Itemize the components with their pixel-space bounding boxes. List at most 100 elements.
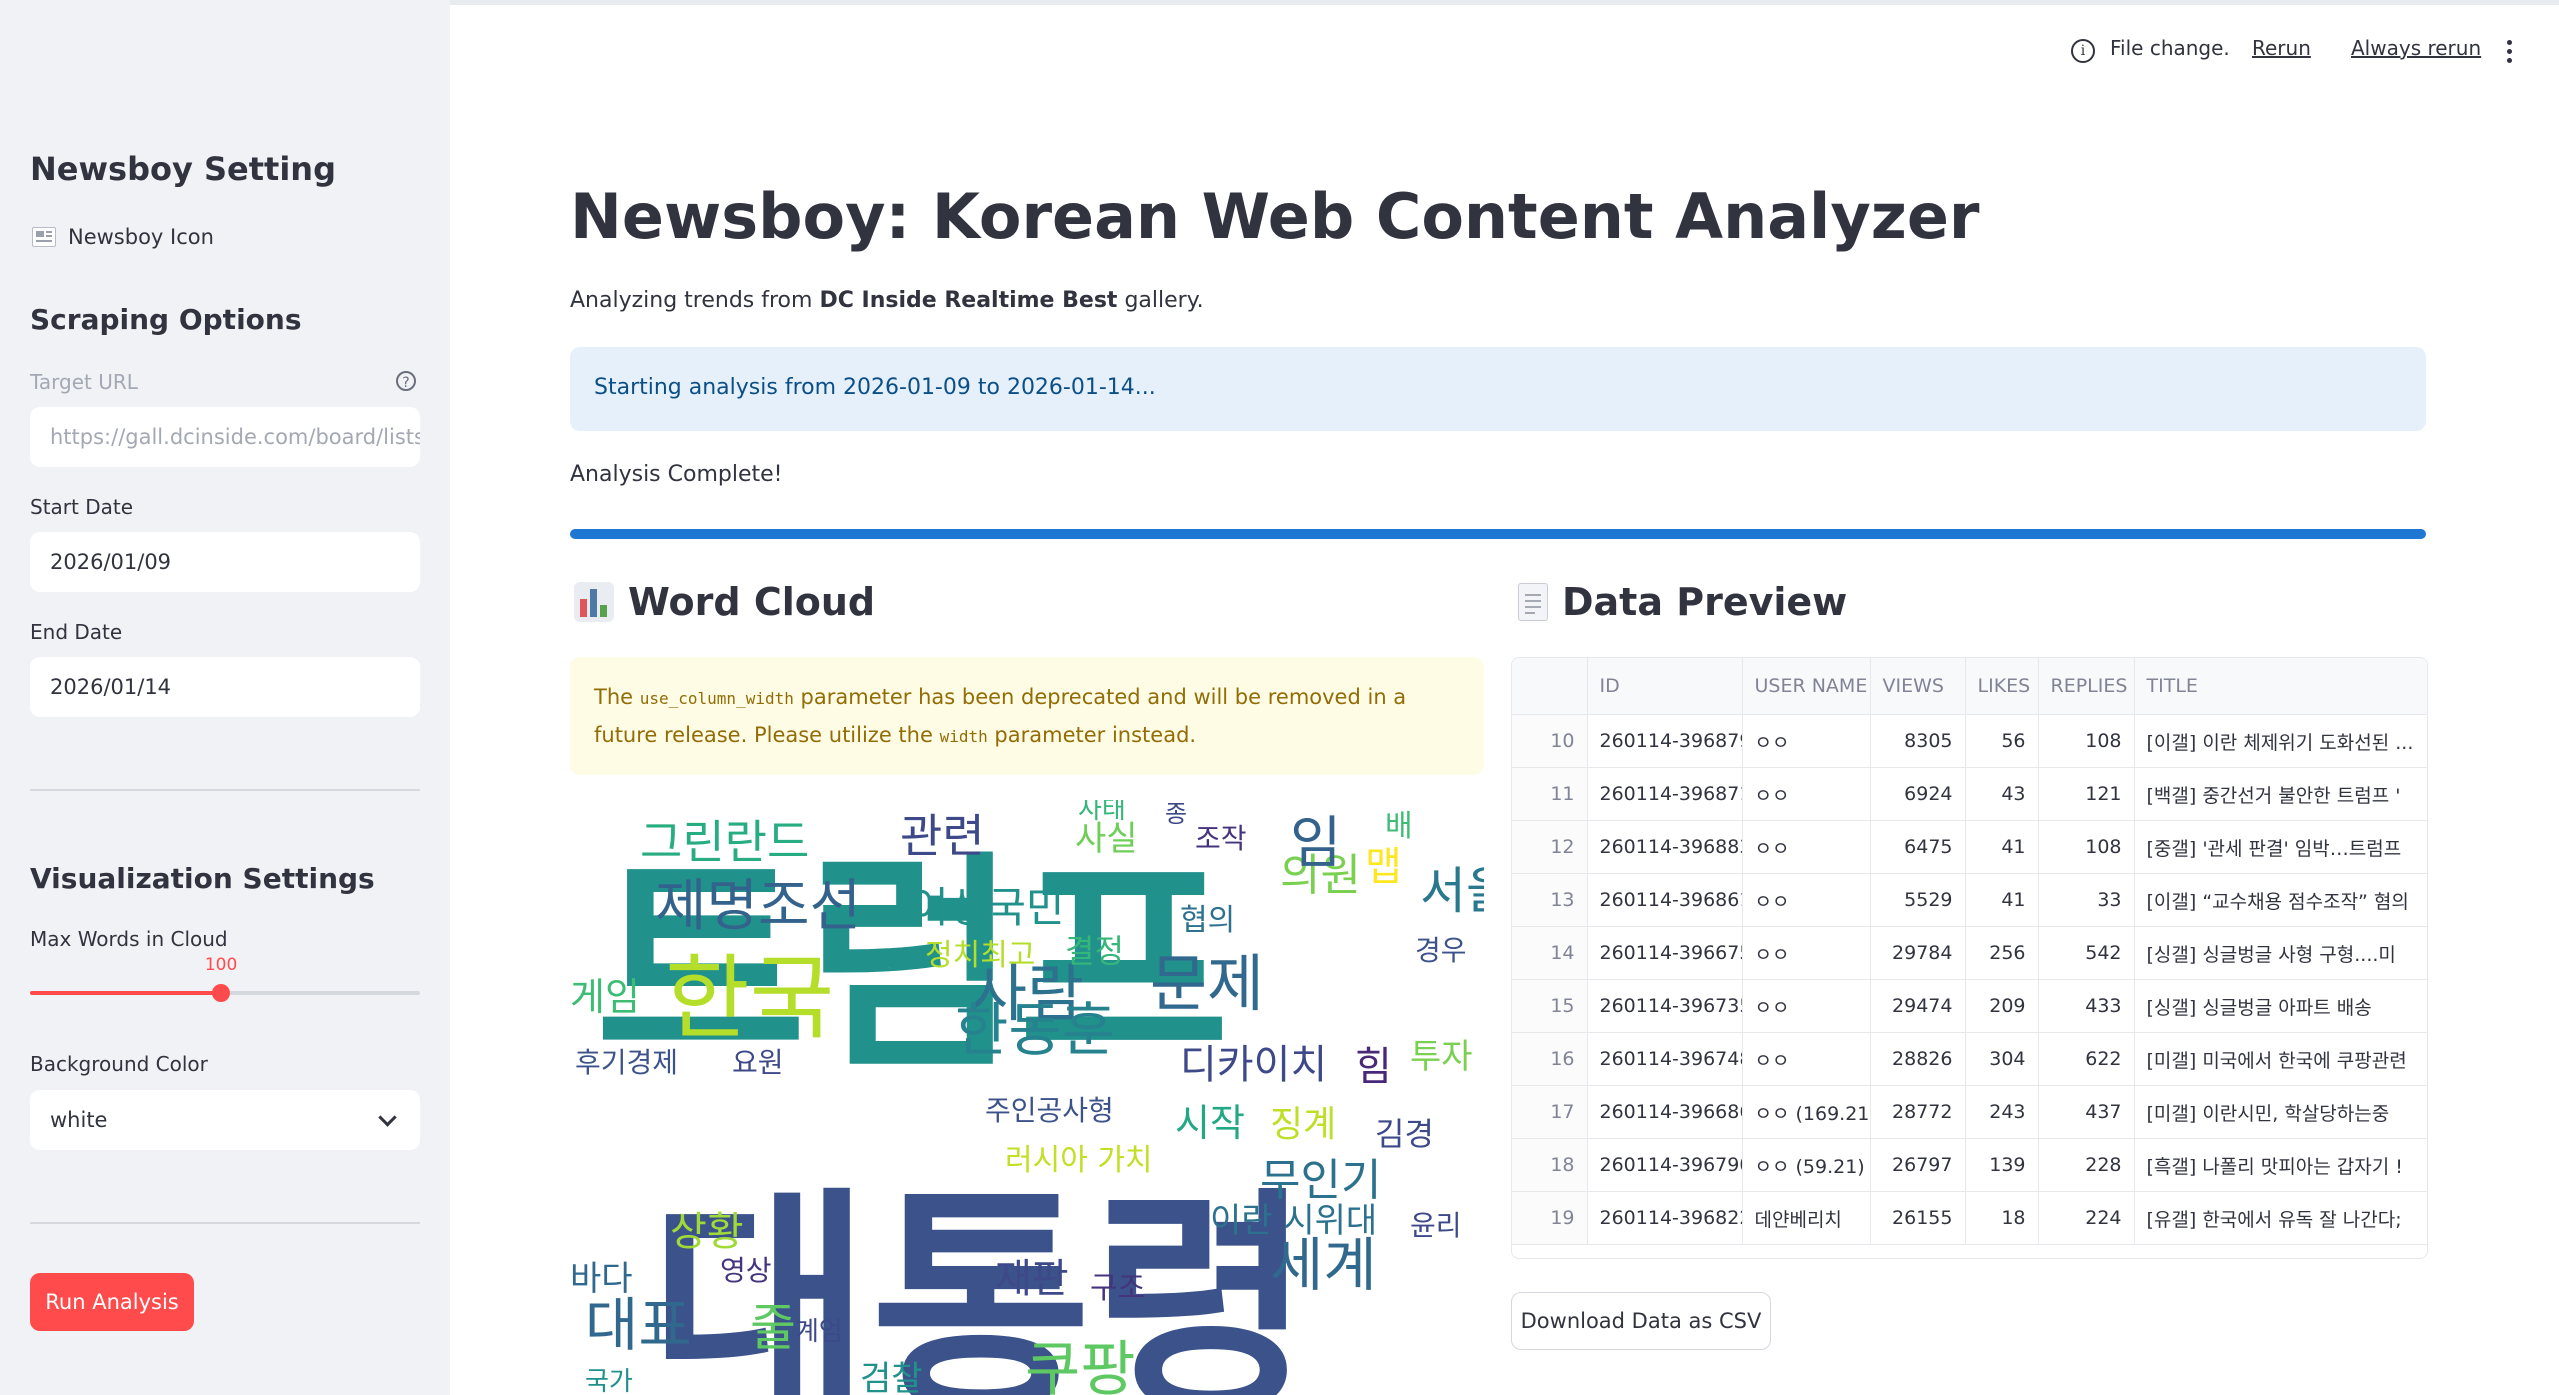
table-cell[interactable]: [미갤] 이란시민, 학살당하는중: [2134, 1085, 2427, 1139]
table-cell[interactable]: [싱갤] 싱글벙글 아파트 배송: [2134, 979, 2427, 1033]
table-cell[interactable]: 243: [1965, 1085, 2039, 1139]
table-cell[interactable]: 437: [2038, 1085, 2135, 1139]
table-cell[interactable]: [이갤] 이란 체제위기 도화선된 ...: [2134, 714, 2427, 768]
column-header[interactable]: LIKES: [1965, 658, 2039, 715]
table-row[interactable]: 18 260114-396790 ㅇㅇ (59.21) 26797 139 228 [흑갤]…: [1512, 1138, 2427, 1192]
table-cell[interactable]: 17: [1512, 1085, 1588, 1139]
table-cell[interactable]: 542: [2038, 926, 2135, 980]
table-row[interactable]: 13 260114-396861 ㅇㅇ 5529 41 33 [이갤] “교수채용 점수조작…: [1512, 873, 2427, 927]
table-cell[interactable]: 6475: [1870, 820, 1966, 874]
table-cell[interactable]: 12: [1512, 820, 1588, 874]
table-cell[interactable]: 8305: [1870, 714, 1966, 768]
column-header[interactable]: ID: [1587, 658, 1743, 715]
table-cell[interactable]: 41: [1965, 873, 2039, 927]
table-cell[interactable]: 260114-396686: [1587, 1085, 1743, 1139]
table-cell[interactable]: 622: [2038, 1032, 2135, 1086]
table-cell[interactable]: ㅇㅇ: [1742, 926, 1871, 980]
table-cell[interactable]: 28772: [1870, 1085, 1966, 1139]
table-cell[interactable]: 6924: [1870, 767, 1966, 821]
progress-fill: [570, 529, 2426, 539]
table-row[interactable]: 17 260114-396686 ㅇㅇ (169.214 28772 243 437 [미갤…: [1512, 1085, 2427, 1139]
background-color-select[interactable]: white: [30, 1090, 420, 1150]
table-cell[interactable]: [이갤] “교수채용 점수조작” 혐의: [2134, 873, 2427, 927]
table-cell[interactable]: 108: [2038, 820, 2135, 874]
table-cell[interactable]: 데얀베리치: [1742, 1191, 1871, 1245]
data-table[interactable]: ID USER NAME VIEWS LIKES REPLIES TITLE 1…: [1511, 657, 2428, 1259]
column-header[interactable]: REPLIES: [2038, 658, 2135, 715]
column-header[interactable]: [1512, 658, 1588, 715]
table-cell[interactable]: 260114-396735: [1587, 979, 1743, 1033]
table-cell[interactable]: 260114-396748: [1587, 1032, 1743, 1086]
table-cell[interactable]: 5529: [1870, 873, 1966, 927]
download-csv-button[interactable]: Download Data as CSV: [1511, 1292, 1771, 1350]
target-url-input[interactable]: https://gall.dcinside.com/board/lists/?i…: [30, 407, 420, 467]
table-cell[interactable]: [흑갤] 나폴리 맛피아는 갑자기 !: [2134, 1138, 2427, 1192]
table-cell[interactable]: [백갤] 중간선거 불안한 트럼프 ': [2134, 767, 2427, 821]
table-cell[interactable]: 304: [1965, 1032, 2039, 1086]
table-cell[interactable]: 260114-396790: [1587, 1138, 1743, 1192]
table-cell[interactable]: 260114-396879: [1587, 714, 1743, 768]
table-row[interactable]: 11 260114-396871 ㅇㅇ 6924 43 121 [백갤] 중간선거 불안한 …: [1512, 767, 2427, 821]
table-cell[interactable]: 11: [1512, 767, 1588, 821]
table-cell[interactable]: 260114-396822: [1587, 1191, 1743, 1245]
table-cell[interactable]: ㅇㅇ: [1742, 714, 1871, 768]
start-date-input[interactable]: 2026/01/09: [30, 532, 420, 592]
max-words-slider[interactable]: 100: [30, 955, 420, 1002]
table-cell[interactable]: ㅇㅇ (169.214: [1742, 1085, 1871, 1139]
table-cell[interactable]: ㅇㅇ: [1742, 820, 1871, 874]
table-cell[interactable]: [중갤] '관세 판결' 임박…트럼프: [2134, 820, 2427, 874]
table-cell[interactable]: 121: [2038, 767, 2135, 821]
table-cell[interactable]: 16: [1512, 1032, 1588, 1086]
table-cell[interactable]: 260114-396675: [1587, 926, 1743, 980]
table-cell[interactable]: 43: [1965, 767, 2039, 821]
slider-thumb[interactable]: [212, 984, 231, 1002]
table-row[interactable]: 15 260114-396735 ㅇㅇ 29474 209 433 [싱갤] 싱글벙글 아파…: [1512, 979, 2427, 1033]
table-cell[interactable]: 260114-396871: [1587, 767, 1743, 821]
table-row[interactable]: 12 260114-396883 ㅇㅇ 6475 41 108 [중갤] '관세 판결' 임…: [1512, 820, 2427, 874]
table-cell[interactable]: 26155: [1870, 1191, 1966, 1245]
table-cell[interactable]: ㅇㅇ: [1742, 873, 1871, 927]
table-cell[interactable]: [유갤] 한국에서 유독 잘 나간다;: [2134, 1191, 2427, 1245]
column-header[interactable]: TITLE: [2134, 658, 2427, 715]
column-header[interactable]: VIEWS: [1870, 658, 1966, 715]
table-cell[interactable]: 10: [1512, 714, 1588, 768]
table-row[interactable]: 10 260114-396879 ㅇㅇ 8305 56 108 [이갤] 이란 체제위기 도…: [1512, 714, 2427, 768]
table-row[interactable]: 16 260114-396748 ㅇㅇ 28826 304 622 [미갤] 미국에서 한국…: [1512, 1032, 2427, 1086]
table-cell[interactable]: 228: [2038, 1138, 2135, 1192]
table-cell[interactable]: 18: [1512, 1138, 1588, 1192]
table-row[interactable]: 14 260114-396675 ㅇㅇ 29784 256 542 [싱갤] 싱글벙글 사형…: [1512, 926, 2427, 980]
table-cell[interactable]: 56: [1965, 714, 2039, 768]
table-cell[interactable]: ㅇㅇ: [1742, 767, 1871, 821]
end-date-input[interactable]: 2026/01/14: [30, 657, 420, 717]
table-cell[interactable]: 28826: [1870, 1032, 1966, 1086]
table-cell[interactable]: 18: [1965, 1191, 2039, 1245]
table-cell[interactable]: 33: [2038, 873, 2135, 927]
table-cell[interactable]: ㅇㅇ: [1742, 1032, 1871, 1086]
table-cell[interactable]: 260114-396861: [1587, 873, 1743, 927]
table-cell[interactable]: ㅇㅇ: [1742, 979, 1871, 1033]
table-cell[interactable]: 209: [1965, 979, 2039, 1033]
table-cell[interactable]: 224: [2038, 1191, 2135, 1245]
run-analysis-button[interactable]: Run Analysis: [30, 1273, 194, 1331]
table-row[interactable]: 19 260114-396822 데얀베리치 26155 18 224 [유갤] 한국에서 …: [1512, 1191, 2427, 1245]
table-cell[interactable]: ㅇㅇ (59.21): [1742, 1138, 1871, 1192]
word: 요원: [732, 1046, 784, 1079]
table-cell[interactable]: 29784: [1870, 926, 1966, 980]
help-icon[interactable]: ?: [396, 371, 416, 391]
table-cell[interactable]: [싱갤] 싱글벙글 사형 구형....미: [2134, 926, 2427, 980]
table-cell[interactable]: 108: [2038, 714, 2135, 768]
table-cell[interactable]: 26797: [1870, 1138, 1966, 1192]
table-cell[interactable]: 14: [1512, 926, 1588, 980]
table-cell[interactable]: [미갤] 미국에서 한국에 쿠팡관련: [2134, 1032, 2427, 1086]
word: 맵: [1365, 844, 1402, 890]
table-cell[interactable]: 139: [1965, 1138, 2039, 1192]
table-cell[interactable]: 13: [1512, 873, 1588, 927]
table-cell[interactable]: 15: [1512, 979, 1588, 1033]
table-cell[interactable]: 19: [1512, 1191, 1588, 1245]
table-cell[interactable]: 41: [1965, 820, 2039, 874]
table-cell[interactable]: 433: [2038, 979, 2135, 1033]
table-cell[interactable]: 256: [1965, 926, 2039, 980]
column-header[interactable]: USER NAME: [1742, 658, 1871, 715]
table-cell[interactable]: 260114-396883: [1587, 820, 1743, 874]
table-cell[interactable]: 29474: [1870, 979, 1966, 1033]
